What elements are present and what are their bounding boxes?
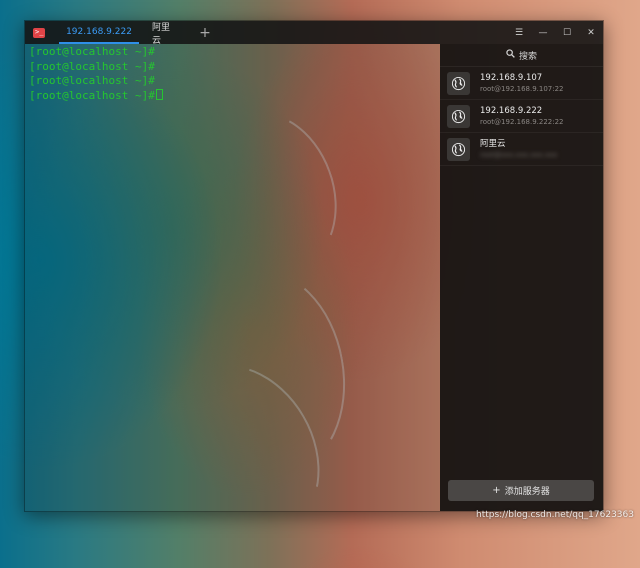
title-bar: >_ 192.168.9.222 阿里云 + ☰ — ☐ ✕ xyxy=(25,21,603,46)
server-name: 阿里云 xyxy=(480,138,506,149)
close-icon[interactable]: ✕ xyxy=(579,28,603,38)
terminal-output[interactable]: [root@localhost ~]# [root@localhost ~]# … xyxy=(29,45,439,103)
server-address: root@xxx.xxx.xxx.xxx xyxy=(480,150,558,159)
globe-icon xyxy=(447,71,470,95)
watermark: https://blog.csdn.net/qq_17623363 xyxy=(475,510,634,520)
tab-192-168-9-222[interactable]: 192.168.9.222 xyxy=(59,21,139,44)
terminal-line: [root@localhost ~]# xyxy=(29,59,155,73)
window-controls: ☰ — ☐ ✕ xyxy=(507,28,603,38)
server-item[interactable]: 192.168.9.107 root@192.168.9.107:22 xyxy=(440,67,603,100)
terminal-app-icon: >_ xyxy=(33,27,45,38)
server-item[interactable]: 192.168.9.222 root@192.168.9.222:22 xyxy=(440,100,603,133)
add-server-button[interactable]: + 添加服务器 xyxy=(448,480,594,501)
minimize-icon[interactable]: — xyxy=(531,28,555,38)
globe-icon xyxy=(447,104,470,128)
globe-icon xyxy=(447,137,470,161)
terminal-line: [root@localhost ~]# xyxy=(29,74,155,87)
server-name: 192.168.9.107 xyxy=(480,72,543,83)
terminal-line: [root@localhost ~]# xyxy=(29,45,155,58)
terminal-window: >_ 192.168.9.222 阿里云 + ☰ — ☐ ✕ [root@loc… xyxy=(24,20,604,512)
server-panel: 搜索 192.168.9.107 root@192.168.9.107:22 1… xyxy=(440,44,603,511)
menu-icon[interactable]: ☰ xyxy=(507,28,531,38)
server-name: 192.168.9.222 xyxy=(480,105,543,116)
maximize-icon[interactable]: ☐ xyxy=(555,28,579,38)
search-box[interactable]: 搜索 xyxy=(440,44,603,67)
tab-aliyun[interactable]: 阿里云 xyxy=(139,21,189,46)
plus-icon[interactable]: + xyxy=(195,25,215,41)
add-server-label: 添加服务器 xyxy=(504,487,550,497)
plus-icon: + xyxy=(492,485,501,496)
terminal-line: [root@localhost ~]# xyxy=(29,88,439,104)
server-address: root@192.168.9.107:22 xyxy=(480,84,564,93)
terminal-cursor xyxy=(155,88,163,100)
search-icon xyxy=(506,49,515,61)
search-label: 搜索 xyxy=(518,51,537,62)
server-address: root@192.168.9.222:22 xyxy=(480,117,564,126)
server-item[interactable]: 阿里云 root@xxx.xxx.xxx.xxx xyxy=(440,133,603,166)
